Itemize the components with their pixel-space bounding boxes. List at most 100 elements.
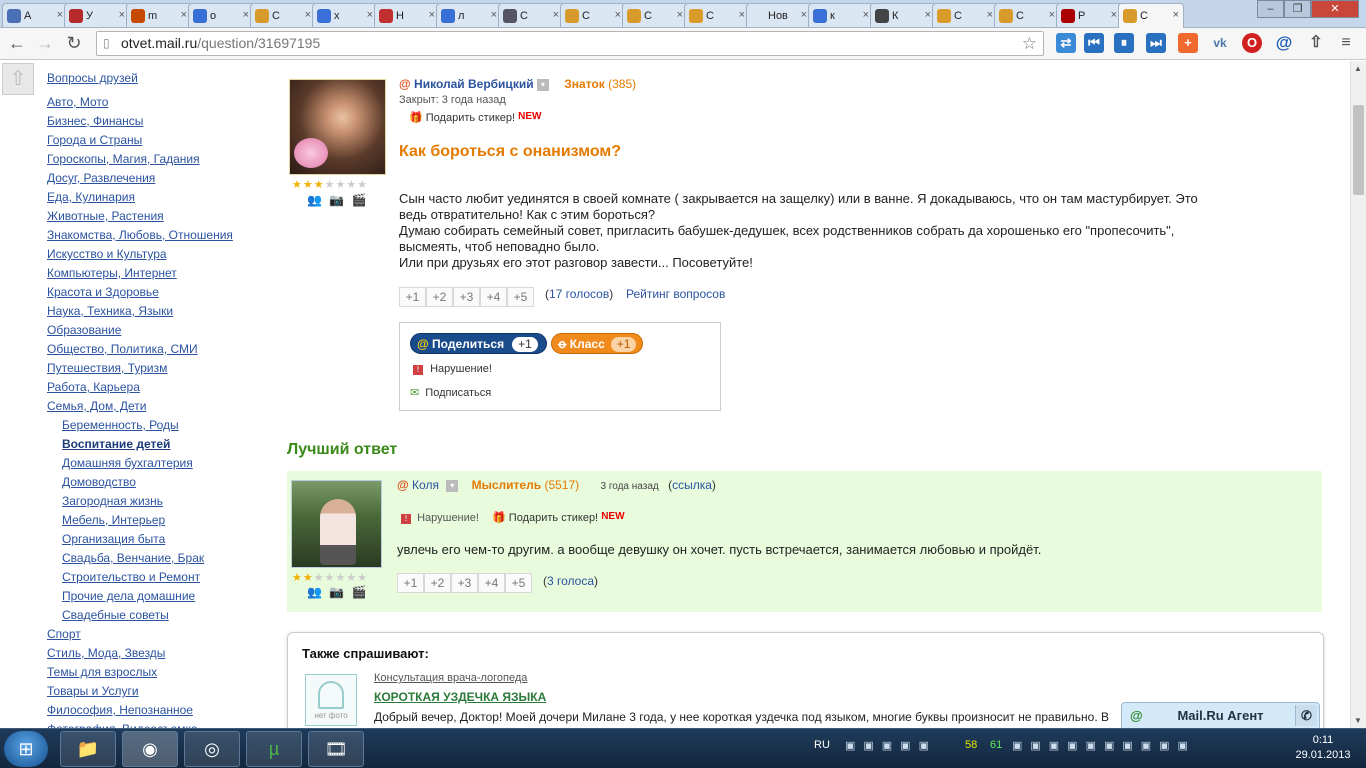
browser-tab[interactable]: Н × <box>374 3 440 27</box>
chrome-taskbar-icon[interactable]: ◉ <box>122 731 178 767</box>
tab-close-icon[interactable]: × <box>677 9 683 21</box>
sidebar-item[interactable]: Свадьба, Венчание, Брак <box>62 551 287 570</box>
scroll-up-icon[interactable]: ▲ <box>1354 64 1362 73</box>
sidebar-item[interactable]: Общество, Политика, СМИ <box>47 342 287 361</box>
browser-tab[interactable]: х × <box>312 3 378 27</box>
start-button[interactable]: ⊞ <box>4 731 48 767</box>
tab-close-icon[interactable]: × <box>243 9 249 21</box>
sidebar-item[interactable]: Еда, Кулинария <box>47 190 287 209</box>
sidebar-item[interactable]: Строительство и Ремонт <box>62 570 287 589</box>
reload-icon[interactable]: ↻ <box>63 32 85 54</box>
sidebar-item[interactable]: Города и Страны <box>47 133 287 152</box>
vote-button[interactable]: +5 <box>507 287 534 307</box>
sidebar-item[interactable]: Спорт <box>47 627 287 646</box>
subscribe-link[interactable]: Подписаться <box>425 387 491 399</box>
sidebar-item[interactable]: Компьютеры, Интернет <box>47 266 287 285</box>
tab-close-icon[interactable]: × <box>57 9 63 21</box>
tab-close-icon[interactable]: × <box>1173 9 1179 21</box>
answer-permalink[interactable]: ссылка <box>672 478 712 492</box>
scroll-top-icon[interactable]: ⇧ <box>2 63 34 95</box>
browser-tab[interactable]: Р × <box>1056 3 1122 27</box>
tab-close-icon[interactable]: × <box>181 9 187 21</box>
sidebar-item[interactable]: Свадебные советы <box>62 608 287 627</box>
vote-button[interactable]: +1 <box>399 287 426 307</box>
add-ext-icon[interactable]: + <box>1178 33 1198 53</box>
sidebar-item[interactable]: Организация быта <box>62 532 287 551</box>
minimize-button[interactable]: – <box>1257 0 1284 18</box>
bookmark-star-icon[interactable]: ☆ <box>1022 32 1037 55</box>
tab-close-icon[interactable]: × <box>987 9 993 21</box>
video-icon[interactable]: 🎬 <box>352 193 367 207</box>
tab-close-icon[interactable]: × <box>429 9 435 21</box>
tab-close-icon[interactable]: × <box>1111 9 1117 21</box>
vote-button[interactable]: +3 <box>451 573 478 593</box>
question-votes-link[interactable]: 17 голосов <box>549 287 609 301</box>
vote-button[interactable]: +1 <box>397 573 424 593</box>
sidebar-item[interactable]: Семья, Дом, Дети <box>47 399 287 418</box>
photo-icon[interactable]: 📷 <box>329 585 344 599</box>
answer-gift-link[interactable]: Подарить стикер! <box>509 512 598 524</box>
browser-tab[interactable]: С × <box>684 3 750 27</box>
tab-close-icon[interactable]: × <box>305 9 311 21</box>
sidebar-item[interactable]: Воспитание детей <box>62 437 287 456</box>
sidebar-item[interactable]: Авто, Мото <box>47 95 287 114</box>
also-asked-title[interactable]: КОРОТКАЯ УЗДЕЧКА ЯЗЫКА <box>374 690 546 704</box>
tab-close-icon[interactable]: × <box>801 9 807 21</box>
mail-agent-bar[interactable]: @ Mail.Ru Агент ✆ <box>1121 702 1320 729</box>
browser-tab[interactable]: m × <box>126 3 192 27</box>
browser-tab[interactable]: л × <box>436 3 502 27</box>
sidebar-item[interactable]: Животные, Растения <box>47 209 287 228</box>
browser-tab[interactable]: С × <box>994 3 1060 27</box>
no-photo-avatar[interactable]: нет фото <box>305 674 357 726</box>
next-track-icon[interactable]: ⏭ <box>1146 33 1166 53</box>
answer-report-link[interactable]: Нарушение! <box>417 512 479 524</box>
vote-button[interactable]: +3 <box>453 287 480 307</box>
browser-tab[interactable]: С × <box>622 3 688 27</box>
vk-icon[interactable]: vk <box>1210 33 1230 53</box>
browser-tab[interactable]: Нов × <box>746 3 812 27</box>
tab-close-icon[interactable]: × <box>367 9 373 21</box>
dropdown-icon[interactable]: ▾ <box>446 479 459 492</box>
sidebar-item[interactable]: Товары и Услуги <box>47 684 287 703</box>
sidebar-item[interactable]: Досуг, Развлечения <box>47 171 287 190</box>
sidebar-item[interactable]: Красота и Здоровье <box>47 285 287 304</box>
maximize-button[interactable]: ❐ <box>1284 0 1311 18</box>
vote-button[interactable]: +4 <box>478 573 505 593</box>
question-gift-link[interactable]: Подарить стикер! <box>426 112 515 124</box>
vote-button[interactable]: +2 <box>424 573 451 593</box>
browser-tab[interactable]: К × <box>870 3 936 27</box>
tab-close-icon[interactable]: × <box>863 9 869 21</box>
sidebar-top-link[interactable]: Вопросы друзей <box>47 71 287 90</box>
sidebar-item[interactable]: Беременность, Роды <box>62 418 287 437</box>
sidebar-item[interactable]: Наука, Техника, Языки <box>47 304 287 323</box>
share-button[interactable]: @ Поделиться +1 <box>410 333 547 354</box>
tab-close-icon[interactable]: × <box>925 9 931 21</box>
explorer-taskbar-icon[interactable]: 📁 <box>60 731 116 767</box>
answer-votes-link[interactable]: 3 голоса <box>547 574 594 588</box>
sidebar-item[interactable]: Домоводство <box>62 475 287 494</box>
question-author-avatar[interactable] <box>289 79 386 175</box>
pause-icon[interactable]: ⏸ <box>1114 33 1134 53</box>
vote-button[interactable]: +4 <box>480 287 507 307</box>
sidebar-item[interactable]: Знакомства, Любовь, Отношения <box>47 228 287 247</box>
browser-tab[interactable]: А × <box>2 3 68 27</box>
sidebar-item[interactable]: Путешествия, Туризм <box>47 361 287 380</box>
class-button[interactable]: ꝋ Класс +1 <box>551 333 644 354</box>
friends-icon[interactable]: 👥 <box>307 585 322 599</box>
tab-close-icon[interactable]: × <box>119 9 125 21</box>
report-link[interactable]: Нарушение! <box>430 363 492 375</box>
opera-icon[interactable]: O <box>1242 33 1262 53</box>
sidebar-item[interactable]: Искусство и Культура <box>47 247 287 266</box>
video-app-taskbar-icon[interactable]: 🎞 <box>308 731 364 767</box>
rating-link[interactable]: Рейтинг вопросов <box>626 287 725 301</box>
video-icon[interactable]: 🎬 <box>352 585 367 599</box>
sidebar-item[interactable]: Загородная жизнь <box>62 494 287 513</box>
page-scrollbar[interactable]: ▲ ▼ <box>1350 61 1366 728</box>
translate-ext-icon[interactable]: ⇄ <box>1056 33 1076 53</box>
scroll-thumb[interactable] <box>1353 105 1364 195</box>
photo-icon[interactable]: 📷 <box>329 193 344 207</box>
phone-icon[interactable]: ✆ <box>1295 705 1317 726</box>
media-taskbar-icon[interactable]: ◎ <box>184 731 240 767</box>
tab-close-icon[interactable]: × <box>615 9 621 21</box>
browser-tab[interactable]: о × <box>188 3 254 27</box>
